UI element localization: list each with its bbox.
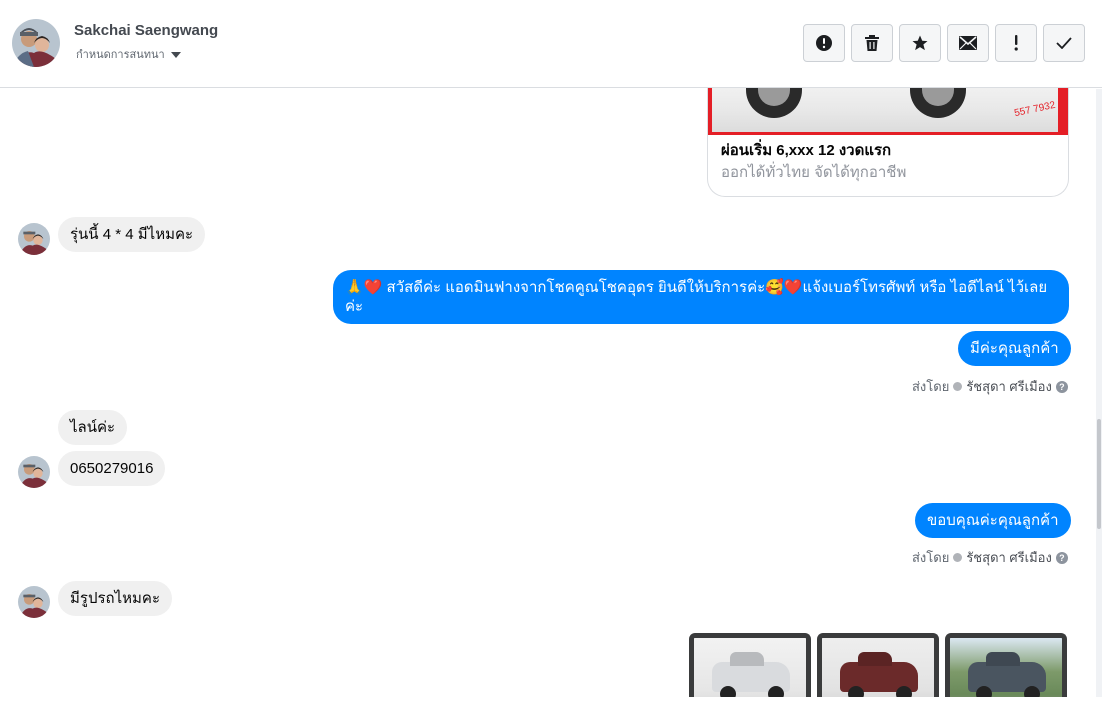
- star-icon: [912, 35, 928, 51]
- ad-title: ผ่อนเริ่ม 6,xxx 12 งวดแรก: [721, 142, 892, 159]
- sent-by-label: ส่งโดย รัชสุดา ศรีเมือง ?: [912, 376, 1068, 397]
- sent-by-agent[interactable]: รัชสุดา ศรีเมือง: [966, 376, 1052, 397]
- sent-by-prefix: ส่งโดย: [912, 550, 950, 565]
- conversation-header: Sakchai Saengwang กำหนดการสนทนา: [0, 0, 1102, 88]
- sent-by-agent[interactable]: รัชสุดา ศรีเมือง: [966, 547, 1052, 568]
- alert-circle-icon: [816, 35, 832, 51]
- help-icon[interactable]: ?: [1055, 380, 1068, 393]
- trash-icon: [865, 35, 879, 51]
- scrollbar-thumb[interactable]: [1097, 419, 1101, 529]
- star-button[interactable]: [899, 24, 941, 62]
- ad-card[interactable]: 557 7932 ผ่อนเริ่ม 6,xxx 12 งวดแรก ออกได…: [707, 88, 1069, 197]
- photo-thumbnail[interactable]: [817, 633, 939, 697]
- message-bubble-outgoing: ขอบคุณค่ะคุณลูกค้า: [915, 503, 1071, 538]
- message-bubble-incoming: 0650279016: [58, 451, 166, 486]
- photo-thumbnail[interactable]: [945, 633, 1067, 697]
- message-thread: 557 7932 ผ่อนเริ่ม 6,xxx 12 งวดแรก ออกได…: [0, 88, 1102, 697]
- sender-avatar: [18, 223, 50, 255]
- sent-by-prefix: ส่งโดย: [912, 379, 950, 394]
- follow-up-button[interactable]: [995, 24, 1037, 62]
- report-spam-button[interactable]: [803, 24, 845, 62]
- ad-description: ออกได้ทั่วไทย จัดได้ทุกอาชีพ: [721, 164, 907, 181]
- check-icon: [1056, 37, 1072, 49]
- sent-by-label: ส่งโดย รัชสุดา ศรีเมือง ?: [912, 547, 1068, 568]
- message-bubble-incoming: รุ่นนี้ 4 * 4 มีไหมคะ: [58, 217, 206, 252]
- ad-image: 557 7932: [708, 88, 1068, 135]
- contact-name: Sakchai Saengwang: [74, 22, 219, 39]
- scrollbar[interactable]: [1096, 89, 1102, 697]
- sender-avatar: [18, 456, 50, 488]
- message-bubble-outgoing: มีค่ะคุณลูกค้า: [958, 331, 1071, 366]
- delete-button[interactable]: [851, 24, 893, 62]
- sender-avatar: [18, 586, 50, 618]
- agent-status-icon: [953, 553, 963, 562]
- caret-down-icon: [170, 51, 181, 58]
- message-bubble-outgoing: 🙏❤️ สวัสดีค่ะ แอดมินฟางจากโชคคูณโชคอุดร …: [333, 270, 1069, 324]
- conversation-actions: [803, 24, 1085, 62]
- help-icon[interactable]: ?: [1055, 551, 1068, 564]
- message-bubble-incoming: ไลน์ค่ะ: [58, 410, 128, 445]
- contact-avatar[interactable]: [12, 19, 60, 67]
- photo-thumbnail[interactable]: [689, 633, 811, 697]
- agent-status-icon: [953, 382, 963, 391]
- exclamation-icon: [1014, 35, 1018, 51]
- conversation-schedule-dropdown[interactable]: กำหนดการสนทนา: [76, 45, 181, 63]
- mark-done-button[interactable]: [1043, 24, 1085, 62]
- mark-unread-button[interactable]: [947, 24, 989, 62]
- envelope-icon: [959, 36, 977, 50]
- conversation-schedule-label: กำหนดการสนทนา: [76, 49, 165, 61]
- message-bubble-incoming: มีรูปรถไหมคะ: [58, 581, 173, 616]
